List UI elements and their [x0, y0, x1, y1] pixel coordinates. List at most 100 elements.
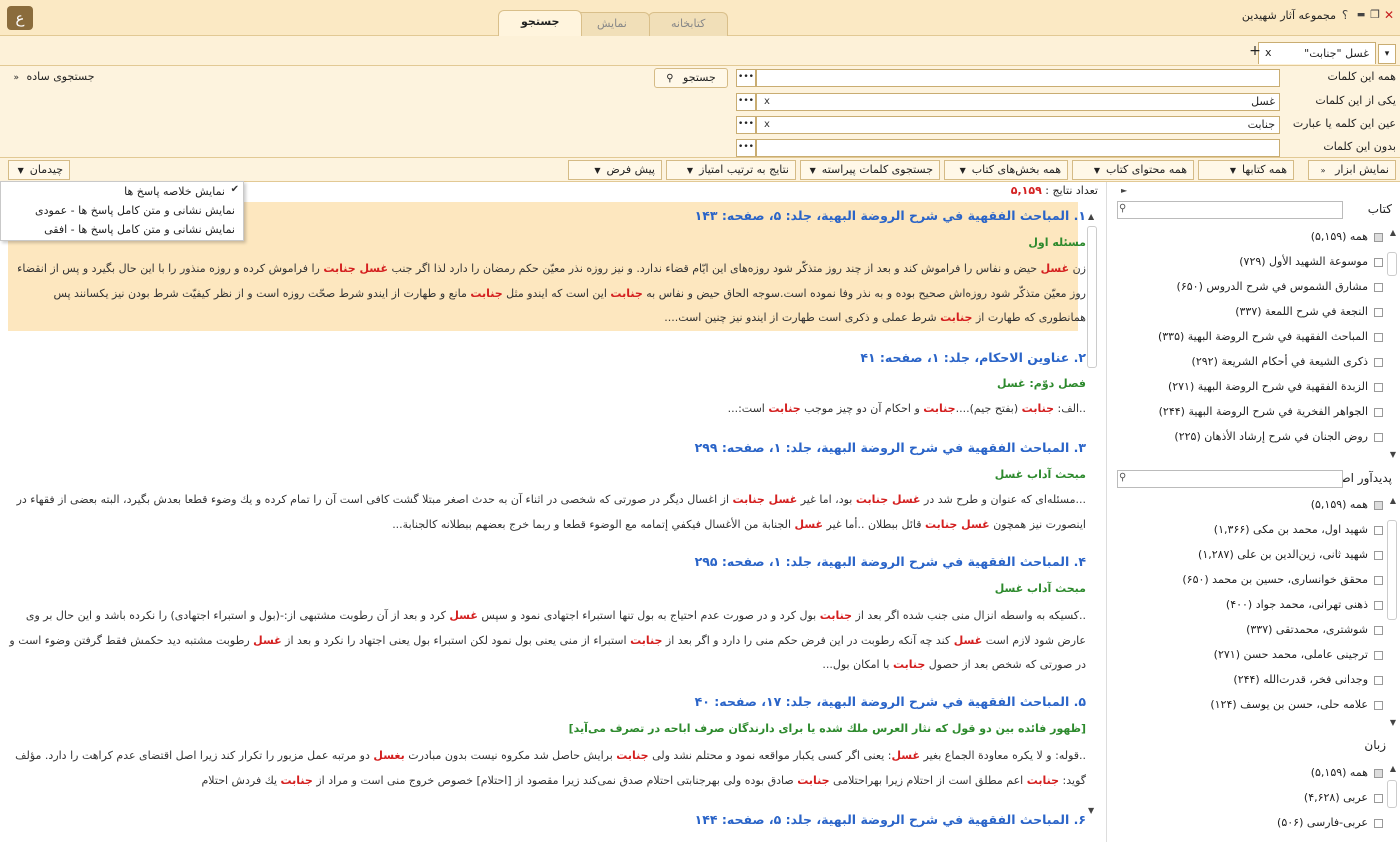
clear-any-words-icon[interactable]: x	[764, 93, 770, 111]
list-item[interactable]: النجعة في شرح اللمعة (۳۳۷)	[1235, 301, 1383, 323]
results-scrollbar-thumb[interactable]	[1087, 226, 1097, 368]
menu-item-horizontal[interactable]: نمایش نشانی و متن کامل پاسخ ها - افقی	[44, 220, 235, 240]
list-item[interactable]: ذكرى الشيعة في أحكام الشريعة (۲۹۲)	[1192, 351, 1383, 373]
tab-search[interactable]: جستجو	[498, 10, 583, 37]
search-button-label: جستجو	[683, 71, 716, 84]
filter-panel: ► کتاب ⚲ همه (۵,۱۵۹) موسوعة الشهيد الأول…	[1106, 182, 1400, 842]
simple-search-label: جستجوی ساده	[26, 70, 95, 83]
any-words-input[interactable]: غسل	[756, 93, 1280, 111]
tabs-dropdown-button[interactable]: ▾	[1378, 44, 1396, 64]
language-scrollbar-thumb[interactable]	[1387, 780, 1397, 808]
result-subtitle: [ظهور فائده بين دو قول كه نثار العرس ملك…	[568, 722, 1086, 735]
result-title[interactable]: ۱. المباحث الفقهية في شرح الروضة البهية،…	[695, 208, 1086, 223]
dropdown-arrow-icon: ▼	[686, 166, 694, 175]
result-title[interactable]: ۲. عناوين الاحكام، جلد: ۱، صفحه: ۴۱	[860, 350, 1086, 365]
list-item[interactable]: موسوعة الشهيد الأول (۷۲۹)	[1239, 251, 1383, 273]
scroll-down-icon[interactable]: ▼	[1390, 450, 1396, 459]
list-item[interactable]: ذهنی تهرانی، محمد جواد (۴۰۰)	[1226, 594, 1383, 616]
list-item[interactable]: همه (۵,۱۵۹)	[1311, 226, 1383, 248]
result-subtitle: مسئله اول	[1028, 236, 1086, 249]
result-title[interactable]: ۶. المباحث الفقهية في شرح الروضة البهية،…	[695, 812, 1086, 827]
chevron-left-icon: «	[1320, 166, 1326, 175]
authors-filter-input[interactable]	[1117, 470, 1343, 488]
scroll-up-icon[interactable]: ▲	[1088, 212, 1094, 221]
add-tab-button[interactable]: +	[1246, 42, 1264, 60]
list-item[interactable]: الجواهر الفخرية في شرح الروضة البهية (۲۴…	[1159, 401, 1383, 423]
simple-search-button[interactable]: جستجوی ساده «	[6, 68, 102, 88]
exact-phrase-input[interactable]: جنابت	[756, 116, 1280, 134]
doc-tab-label: غسل "جنابت"	[1304, 47, 1369, 60]
list-item[interactable]: همه (۵,۱۵۹)	[1311, 762, 1383, 784]
sort-dropdown[interactable]: نتایج به ترتیب امتیاز ▼	[666, 160, 796, 180]
tab-view[interactable]: نمایش	[574, 12, 650, 36]
list-item[interactable]: شوشتری، محمدتقی (۳۳۷)	[1246, 619, 1383, 641]
close-button[interactable]: ✕	[1382, 8, 1396, 22]
list-item[interactable]: شهید اول، محمد بن مکی (۱,۳۶۶)	[1214, 519, 1383, 541]
show-tools-button[interactable]: نمایش ابزار «	[1308, 160, 1396, 180]
dropdown-arrow-icon: ▼	[809, 166, 816, 175]
list-item[interactable]: محقق خوانساری، حسین بن محمد (۶۵۰)	[1182, 569, 1383, 591]
list-item[interactable]: عربی-فارسی (۵۰۶)	[1277, 812, 1383, 834]
list-item[interactable]: عربی (۴,۶۲۸)	[1304, 787, 1383, 809]
check-icon: ✔	[230, 184, 239, 195]
without-words-input[interactable]	[756, 139, 1280, 157]
dropdown-arrow-icon: ▼	[1093, 166, 1101, 175]
sparse-search-dropdown[interactable]: جستجوی کلمات پیراسته ▼	[800, 160, 940, 180]
result-title[interactable]: ۴. المباحث الفقهية في شرح الروضة البهية،…	[695, 554, 1086, 569]
restore-button[interactable]: ❐	[1368, 8, 1382, 22]
menu-item-vertical[interactable]: نمایش نشانی و متن کامل پاسخ ها - عمودی	[35, 201, 235, 221]
all-sections-dropdown[interactable]: همه بخش‌های کتاب ▼	[944, 160, 1068, 180]
list-item[interactable]: علامه حلی، حسن بن یوسف (۱۲۴)	[1210, 694, 1383, 716]
books-filter-input[interactable]	[1117, 201, 1343, 219]
list-item[interactable]: الزبدة الفقهية في شرح الروضة البهية (۲۷۱…	[1168, 376, 1383, 398]
list-item[interactable]: وجدانی فخر، قدرت‌الله (۲۴۴)	[1233, 669, 1383, 691]
list-item[interactable]: ترجینی عاملی، محمد حسن (۲۷۱)	[1214, 644, 1383, 666]
results-pane: تعداد نتایج : ۵,۱۵۹ ۱. المباحث الفقهية ف…	[0, 182, 1106, 842]
app-title: مجموعه آثار شهیدین	[1241, 9, 1336, 22]
collapse-arrow-icon[interactable]: ►	[1121, 186, 1127, 195]
authors-scrollbar-thumb[interactable]	[1387, 520, 1397, 620]
sparse-search-label: جستجوی کلمات پیراسته	[821, 163, 933, 176]
scroll-down-icon[interactable]: ▼	[1390, 718, 1396, 727]
doc-tab-active[interactable]: غسل "جنابت" x	[1258, 42, 1376, 64]
dropdown-arrow-icon: ▼	[1229, 166, 1237, 175]
result-title[interactable]: ۵. المباحث الفقهية في شرح الروضة البهية،…	[695, 694, 1086, 709]
all-content-dropdown[interactable]: همه محتوای کتاب ▼	[1072, 160, 1194, 180]
layout-dropdown[interactable]: چیدمان ▼	[8, 160, 70, 180]
dropdown-arrow-icon: ▼	[959, 166, 966, 175]
any-words-options-button[interactable]: •••	[736, 93, 756, 111]
scroll-up-icon[interactable]: ▲	[1390, 764, 1396, 773]
all-words-input[interactable]	[756, 69, 1280, 87]
without-words-options-button[interactable]: •••	[736, 139, 756, 157]
dropdown-arrow-icon: ▼	[17, 166, 24, 175]
default-dropdown[interactable]: پیش فرض ▼	[568, 160, 662, 180]
scroll-up-icon[interactable]: ▲	[1390, 496, 1396, 505]
exact-phrase-options-button[interactable]: •••	[736, 116, 756, 134]
search-button[interactable]: جستجو ⚲	[654, 68, 728, 88]
list-item[interactable]: شهید ثانی، زین‌الدین بن علی (۱,۲۸۷)	[1198, 544, 1383, 566]
close-tab-icon[interactable]: x	[1265, 46, 1272, 59]
help-button[interactable]: ؟	[1338, 8, 1352, 22]
list-item[interactable]: المباحث الفقهية في شرح الروضة البهية (۳۳…	[1158, 326, 1383, 348]
all-words-options-button[interactable]: •••	[736, 69, 756, 87]
results-count-label: تعداد نتایج :	[1045, 184, 1098, 197]
minimize-button[interactable]: ▬	[1354, 8, 1368, 22]
scroll-down-icon[interactable]: ▼	[1088, 806, 1094, 815]
exact-phrase-label: عین این کلمه یا عبارت	[1292, 117, 1396, 130]
clear-exact-phrase-icon[interactable]: x	[764, 116, 770, 134]
list-item[interactable]: روض الجنان في شرح إرشاد الأذهان (۲۲۵)	[1174, 426, 1383, 448]
result-subtitle: مبحث آداب غسل	[994, 582, 1086, 595]
result-snippet: ...مسئله‌اى كه عنوان و طرح شد در غسل جنا…	[16, 493, 1086, 531]
menu-item-summary[interactable]: نمایش خلاصه پاسخ ها	[124, 182, 225, 202]
list-item[interactable]: همه (۵,۱۵۹)	[1311, 494, 1383, 516]
result-snippet: زن غسل حيض و نفاس را فراموش كند و بعد از…	[17, 262, 1086, 324]
scroll-up-icon[interactable]: ▲	[1390, 228, 1396, 237]
sort-label: نتایج به ترتیب امتیاز	[699, 163, 789, 176]
result-title[interactable]: ۳. المباحث الفقهية في شرح الروضة البهية،…	[695, 440, 1086, 455]
result-subtitle: مبحث آداب غسل	[994, 468, 1086, 481]
all-books-dropdown[interactable]: همه کتابها ▼	[1198, 160, 1294, 180]
tab-library[interactable]: کتابخانه	[648, 12, 729, 36]
search-icon: ⚲	[1119, 203, 1127, 214]
list-item[interactable]: مشارق الشموس في شرح الدروس (۶۵۰)	[1177, 276, 1383, 298]
books-scrollbar-thumb[interactable]	[1387, 252, 1397, 276]
